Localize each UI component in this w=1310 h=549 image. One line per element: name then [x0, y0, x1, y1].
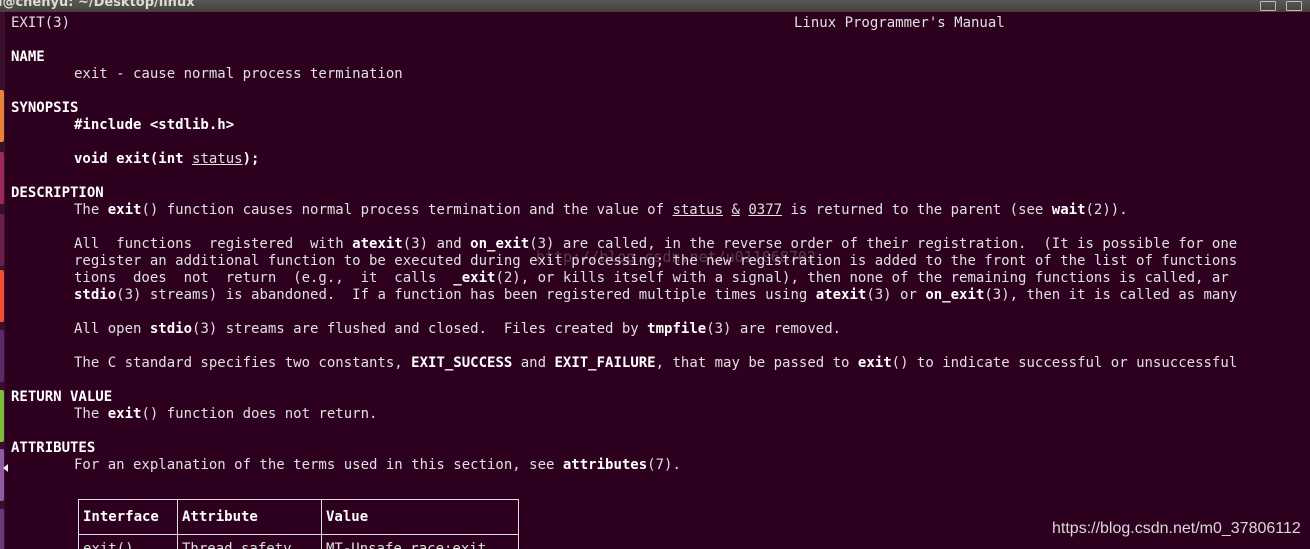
operator-and: &: [731, 202, 740, 218]
text-run: The: [74, 406, 108, 422]
column-header-attribute: Attribute: [177, 499, 322, 535]
constant-exit-failure: EXIT_FAILURE: [554, 355, 656, 371]
func-ref-atexit: atexit: [352, 236, 403, 252]
attributes-text: For an explanation of the terms used in …: [74, 457, 681, 474]
cell-value: MT-Unsafe race:exit: [321, 534, 519, 549]
section-heading-description: DESCRIPTION: [11, 185, 104, 201]
table-row: exit() Thread safety MT-Unsafe race:exit: [78, 534, 519, 549]
column-header-interface: Interface: [78, 499, 178, 535]
func-ref-stdio: stdio: [74, 287, 117, 303]
decl-prefix: void exit(int: [74, 151, 193, 167]
text-run: (2), or kills itself with a signal), the…: [495, 270, 1229, 286]
func-ref-attributes: attributes: [562, 457, 648, 473]
text-run: tions does not return (e.g., it calls: [74, 270, 454, 286]
text-run: , that may be passed to: [655, 355, 858, 371]
text-run: All open: [74, 321, 150, 337]
func-ref-tmpfile: tmpfile: [647, 321, 707, 337]
text-run: All functions registered with: [74, 236, 353, 252]
cell-attribute: Thread safety: [177, 534, 322, 549]
text-run: The: [74, 202, 108, 218]
section-heading-return-value: RETURN VALUE: [11, 389, 113, 405]
func-ref-stdio: stdio: [149, 321, 193, 337]
watermark-corner: https://blog.csdn.net/m0_37806112: [1052, 520, 1301, 537]
cell-interface: exit(): [78, 534, 178, 549]
text-run: (3) and: [402, 236, 471, 252]
text-run: (3) or: [866, 287, 926, 303]
column-header-value: Value: [321, 499, 519, 535]
text-run: (3) streams are flushed and closed. File…: [192, 321, 648, 337]
func-ref-atexit: atexit: [815, 287, 867, 303]
text-run: (3) streams) is abandoned. If a function…: [116, 287, 816, 303]
section-heading-name: NAME: [11, 49, 45, 65]
param-status: status: [672, 202, 724, 218]
text-run: () function does not return.: [141, 406, 378, 422]
constant-exit-success: EXIT_SUCCESS: [411, 355, 513, 371]
attributes-table: Interface Attribute Value exit() Thread …: [78, 499, 519, 549]
func-ref-on-exit: on_exit: [925, 287, 985, 303]
func-ref-exit: exit: [107, 406, 142, 422]
text-run: (2)).: [1085, 202, 1128, 218]
func-ref-on-exit: on_exit: [470, 236, 530, 252]
text-run: is returned to the parent (see: [782, 202, 1052, 218]
synopsis-declaration: void exit(int status);: [74, 151, 259, 168]
text-run: and: [512, 355, 555, 371]
func-ref-exit: exit: [107, 202, 142, 218]
table-header-row: Interface Attribute Value: [78, 499, 519, 535]
return-value-text: The exit() function does not return.: [74, 406, 377, 423]
text-run: () to indicate successful or unsuccessfu…: [891, 355, 1238, 371]
description-p3: All open stdio(3) streams are flushed an…: [74, 321, 841, 338]
func-ref-wait: wait: [1051, 202, 1086, 218]
watermark-center: http://blog.csdn.net/u011068702: [536, 248, 816, 266]
decl-param: status: [192, 151, 243, 167]
func-ref-exit: exit: [857, 355, 892, 371]
text-run: (7).: [647, 457, 681, 473]
decl-suffix: );: [242, 151, 260, 167]
description-p1: The exit() function causes normal proces…: [74, 202, 1128, 219]
description-p2-line3: tions does not return (e.g., it calls _e…: [74, 270, 1229, 287]
func-ref-underscore-exit: _exit: [453, 270, 496, 286]
text-run: For an explanation of the terms used in …: [74, 457, 563, 473]
octal-mask: 0377: [748, 202, 783, 218]
man-header-left: EXIT(3): [11, 15, 71, 31]
text-run: The C standard specifies two constants,: [74, 355, 412, 371]
text-run: (3) are removed.: [706, 321, 842, 337]
terminal-view[interactable]: EXIT(3) Linux Programmer's Manual NAME e…: [0, 0, 1310, 549]
text-run: () function causes normal process termin…: [141, 202, 673, 218]
name-text: exit - cause normal process termination: [74, 66, 403, 82]
text-run: (3), then it is called as many: [984, 287, 1238, 303]
description-p4: The C standard specifies two constants, …: [74, 355, 1237, 372]
section-heading-attributes: ATTRIBUTES: [11, 440, 96, 456]
section-heading-synopsis: SYNOPSIS: [11, 100, 79, 116]
description-p2-line4: stdio(3) streams) is abandoned. If a fun…: [74, 287, 1237, 304]
synopsis-include: #include <stdlib.h>: [74, 117, 235, 133]
man-header-center: Linux Programmer's Manual: [794, 15, 1005, 31]
